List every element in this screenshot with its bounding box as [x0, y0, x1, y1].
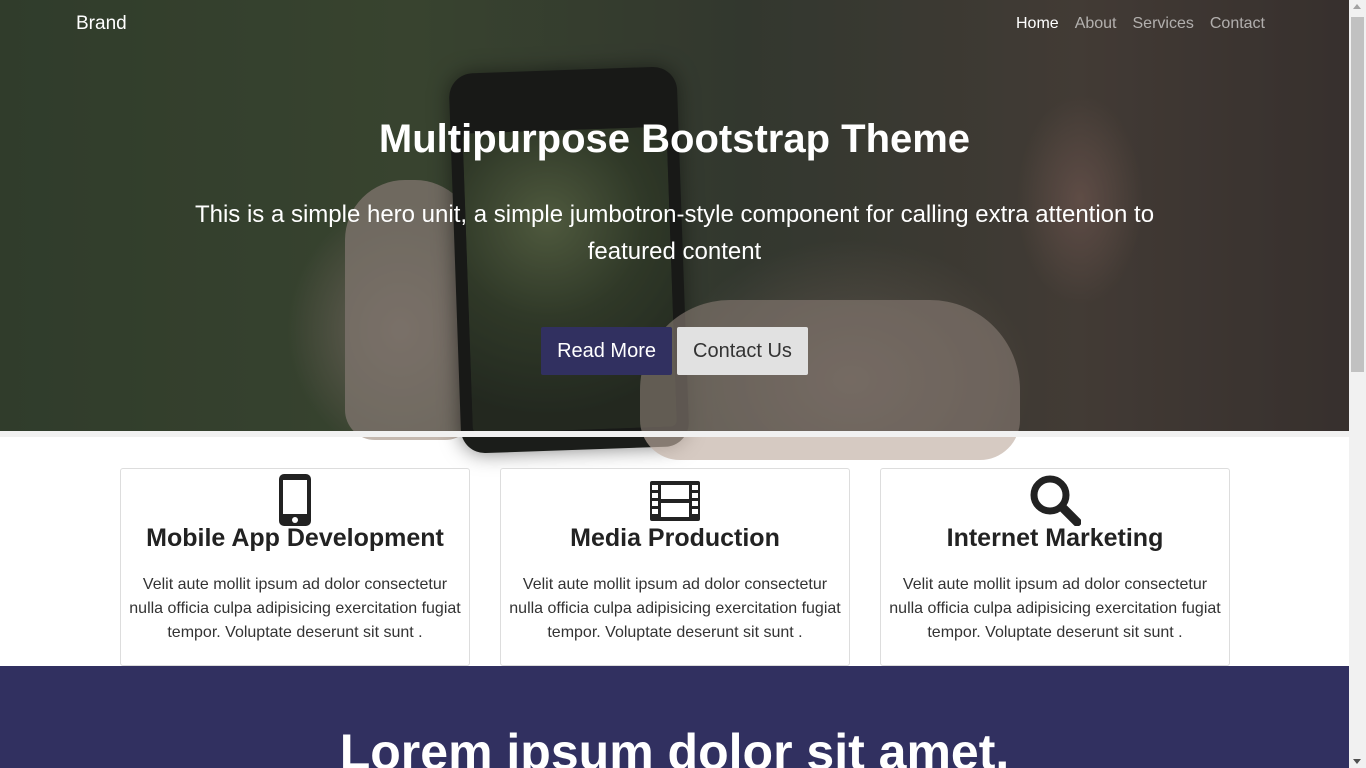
page-viewport: Brand Home About Services Contact Multip…	[0, 0, 1349, 768]
read-more-button[interactable]: Read More	[541, 327, 672, 375]
feature-text: Velit aute mollit ipsum ad dolor consect…	[889, 576, 1221, 641]
hero-lead: This is a simple hero unit, a simple jum…	[194, 201, 1155, 265]
nav-links: Home About Services Contact	[1016, 15, 1265, 33]
feature-card-media: Media Production Velit aute mollit ipsum…	[500, 468, 850, 666]
callout-band: Lorem ipsum dolor sit amet.	[0, 666, 1349, 768]
feature-text: Velit aute mollit ipsum ad dolor consect…	[129, 576, 461, 641]
scroll-down-arrow-icon[interactable]	[1353, 759, 1361, 764]
feature-text: Velit aute mollit ipsum ad dolor consect…	[509, 576, 841, 641]
hero-title: Multipurpose Bootstrap Theme	[378, 117, 971, 161]
hero-photo-phone-screen	[462, 126, 677, 434]
scroll-up-arrow-icon[interactable]	[1353, 4, 1361, 9]
features-section: Mobile App Development Velit aute mollit…	[120, 468, 1230, 666]
scroll-thumb[interactable]	[1351, 17, 1364, 372]
navbar: Brand Home About Services Contact	[0, 0, 1349, 50]
mobile-phone-icon	[121, 474, 469, 526]
hero-buttons: Read More Contact Us	[0, 327, 1349, 375]
search-icon	[881, 474, 1229, 526]
nav-link-contact[interactable]: Contact	[1210, 15, 1265, 33]
brand-link[interactable]: Brand	[76, 13, 127, 35]
nav-link-about[interactable]: About	[1075, 15, 1117, 33]
feature-title: Mobile App Development	[146, 524, 444, 552]
contact-us-button[interactable]: Contact Us	[677, 327, 808, 375]
callout-title: Lorem ipsum dolor sit amet.	[339, 724, 1010, 768]
vertical-scrollbar[interactable]	[1349, 0, 1366, 768]
nav-link-services[interactable]: Services	[1133, 15, 1194, 33]
hero-divider	[0, 431, 1349, 437]
feature-card-mobile: Mobile App Development Velit aute mollit…	[120, 468, 470, 666]
feature-title: Internet Marketing	[946, 524, 1164, 552]
film-icon	[501, 474, 849, 526]
nav-link-home[interactable]: Home	[1016, 15, 1059, 33]
feature-card-marketing: Internet Marketing Velit aute mollit ips…	[880, 468, 1230, 666]
feature-title: Media Production	[570, 524, 780, 552]
